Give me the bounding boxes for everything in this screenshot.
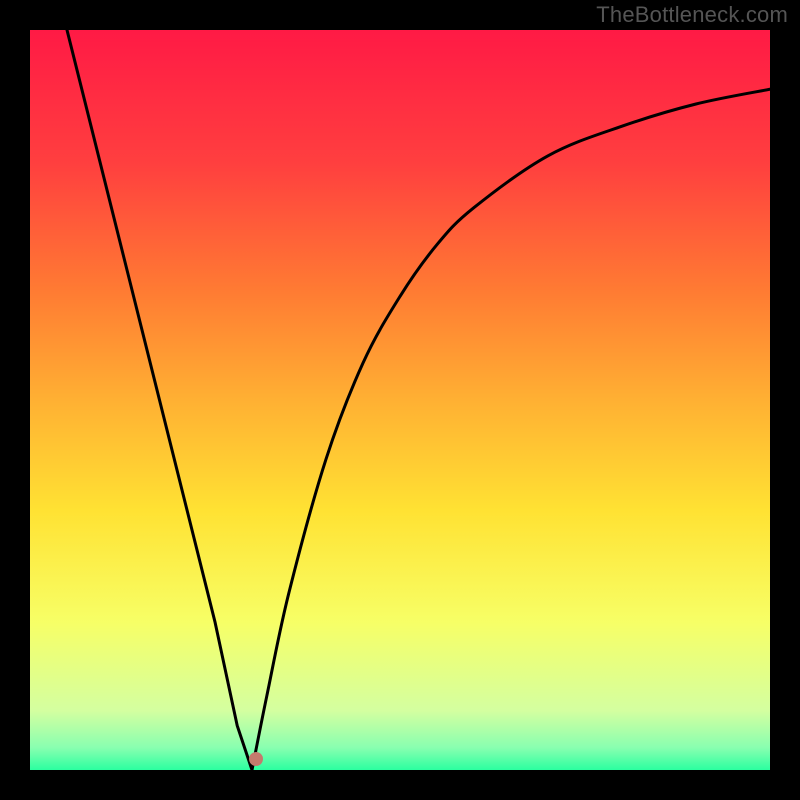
bottleneck-curve bbox=[30, 30, 770, 770]
plot-area bbox=[30, 30, 770, 770]
curve-right-branch bbox=[252, 89, 770, 770]
watermark-label: TheBottleneck.com bbox=[596, 2, 788, 28]
optimum-marker bbox=[249, 752, 263, 766]
curve-left-branch bbox=[67, 30, 252, 770]
chart-stage: TheBottleneck.com bbox=[0, 0, 800, 800]
